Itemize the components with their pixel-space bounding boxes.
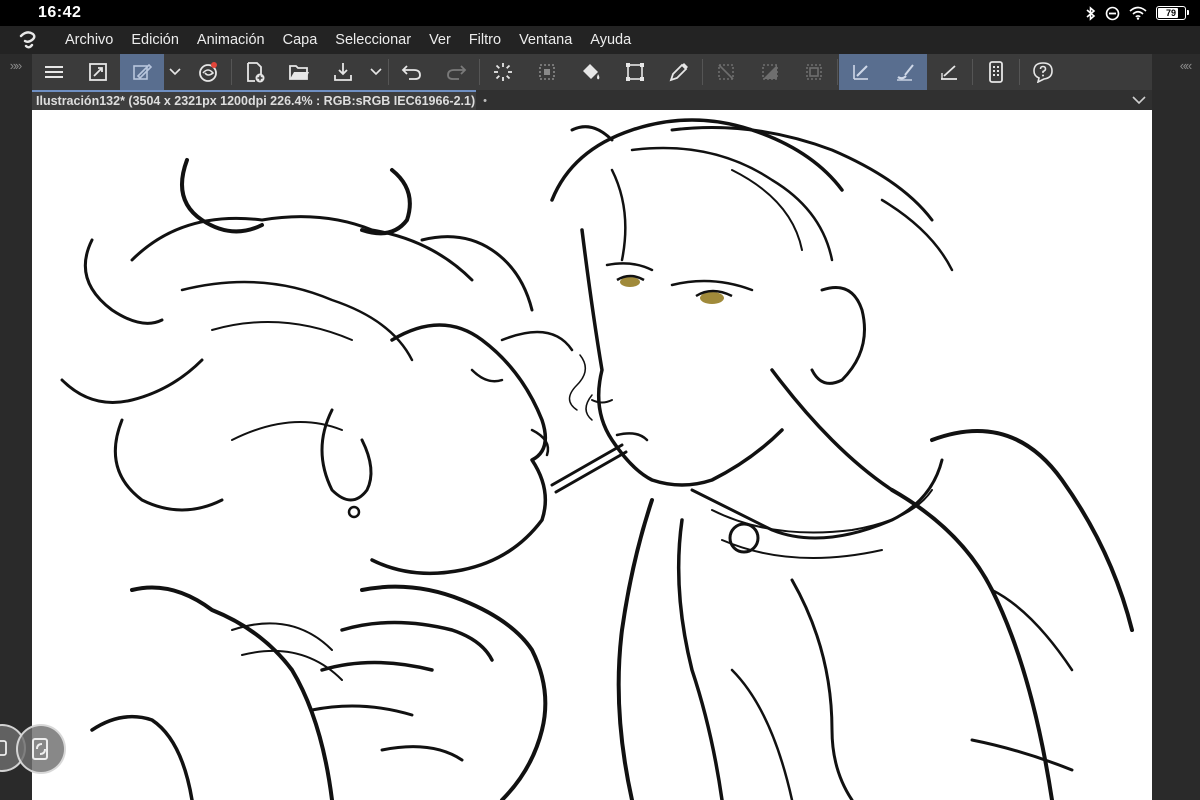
left-panel-toggle-icon[interactable]: »» (0, 54, 30, 90)
save-download-icon[interactable] (321, 54, 365, 90)
menu-archivo[interactable]: Archivo (56, 26, 122, 54)
status-time: 16:42 (38, 4, 82, 21)
edge-keyboard-icon[interactable] (16, 724, 66, 774)
right-panel-toggle-icon[interactable]: «« (1170, 54, 1200, 90)
selection-area-icon[interactable] (525, 54, 569, 90)
toolbar-separator (972, 59, 973, 85)
wifi-icon (1129, 6, 1147, 20)
status-bar: 16:42 79 (0, 0, 1200, 26)
transform-icon[interactable] (613, 54, 657, 90)
menu-ventana[interactable]: Ventana (510, 26, 581, 54)
status-icons: 79 (1086, 5, 1189, 21)
quick-access-brush-icon[interactable] (120, 54, 164, 90)
chevron-down-icon[interactable] (1132, 92, 1146, 110)
document-tab-bar: Ilustración132* (3504 x 2321px 1200dpi 2… (32, 90, 1152, 110)
toolbar-separator (231, 59, 232, 85)
new-canvas-icon[interactable] (233, 54, 277, 90)
menu-seleccionar[interactable]: Seleccionar (326, 26, 420, 54)
menu-filtro[interactable]: Filtro (460, 26, 510, 54)
clip-studio-logo-icon[interactable] (0, 26, 56, 54)
document-title: Ilustración132* (3504 x 2321px 1200dpi 2… (36, 94, 476, 108)
clear-selection-icon[interactable] (704, 54, 748, 90)
battery-level: 79 (1165, 8, 1176, 18)
document-tab[interactable]: Ilustración132* (3504 x 2321px 1200dpi 2… (32, 90, 487, 110)
menu-animacion[interactable]: Animación (188, 26, 274, 54)
toolbar-separator (388, 59, 389, 85)
companion-mode-icon[interactable] (186, 54, 230, 90)
ruler-pen-icon[interactable] (927, 54, 971, 90)
toolbar-separator (1019, 59, 1020, 85)
fill-bucket-icon[interactable] (569, 54, 613, 90)
bluetooth-icon (1086, 5, 1096, 21)
redo-icon[interactable] (434, 54, 478, 90)
help-icon[interactable] (1021, 54, 1065, 90)
dropdown-chevron-icon[interactable] (164, 54, 186, 90)
hamburger-menu-icon[interactable] (32, 54, 76, 90)
invert-selection-icon[interactable] (748, 54, 792, 90)
toolbar-area: »» «« (0, 54, 1200, 90)
right-side-area (1152, 90, 1200, 800)
command-bar (32, 54, 1152, 90)
open-folder-icon[interactable] (277, 54, 321, 90)
fit-screen-icon[interactable] (76, 54, 120, 90)
pen-stabilize-icon[interactable] (839, 54, 883, 90)
drawing-canvas[interactable] (32, 110, 1152, 800)
show-selection-icon[interactable] (792, 54, 836, 90)
left-side-area (0, 90, 32, 800)
battery-icon: 79 (1156, 6, 1189, 20)
brush-stroke-icon[interactable] (883, 54, 927, 90)
menu-edicion[interactable]: Edición (122, 26, 188, 54)
do-not-disturb-icon (1105, 6, 1120, 21)
menu-capa[interactable]: Capa (274, 26, 327, 54)
toolbar-separator (479, 59, 480, 85)
menu-ver[interactable]: Ver (420, 26, 460, 54)
menu-bar: Archivo Edición Animación Capa Seleccion… (0, 26, 1200, 54)
menu-ayuda[interactable]: Ayuda (581, 26, 640, 54)
dropdown-chevron-icon[interactable] (365, 54, 387, 90)
toolbar-separator (837, 59, 838, 85)
toolbar-separator (702, 59, 703, 85)
eyedropper-icon[interactable] (657, 54, 701, 90)
modified-indicator: • (483, 95, 487, 107)
auto-select-icon[interactable] (481, 54, 525, 90)
undo-icon[interactable] (390, 54, 434, 90)
device-icon[interactable] (974, 54, 1018, 90)
line-art-illustration (60, 118, 1134, 800)
